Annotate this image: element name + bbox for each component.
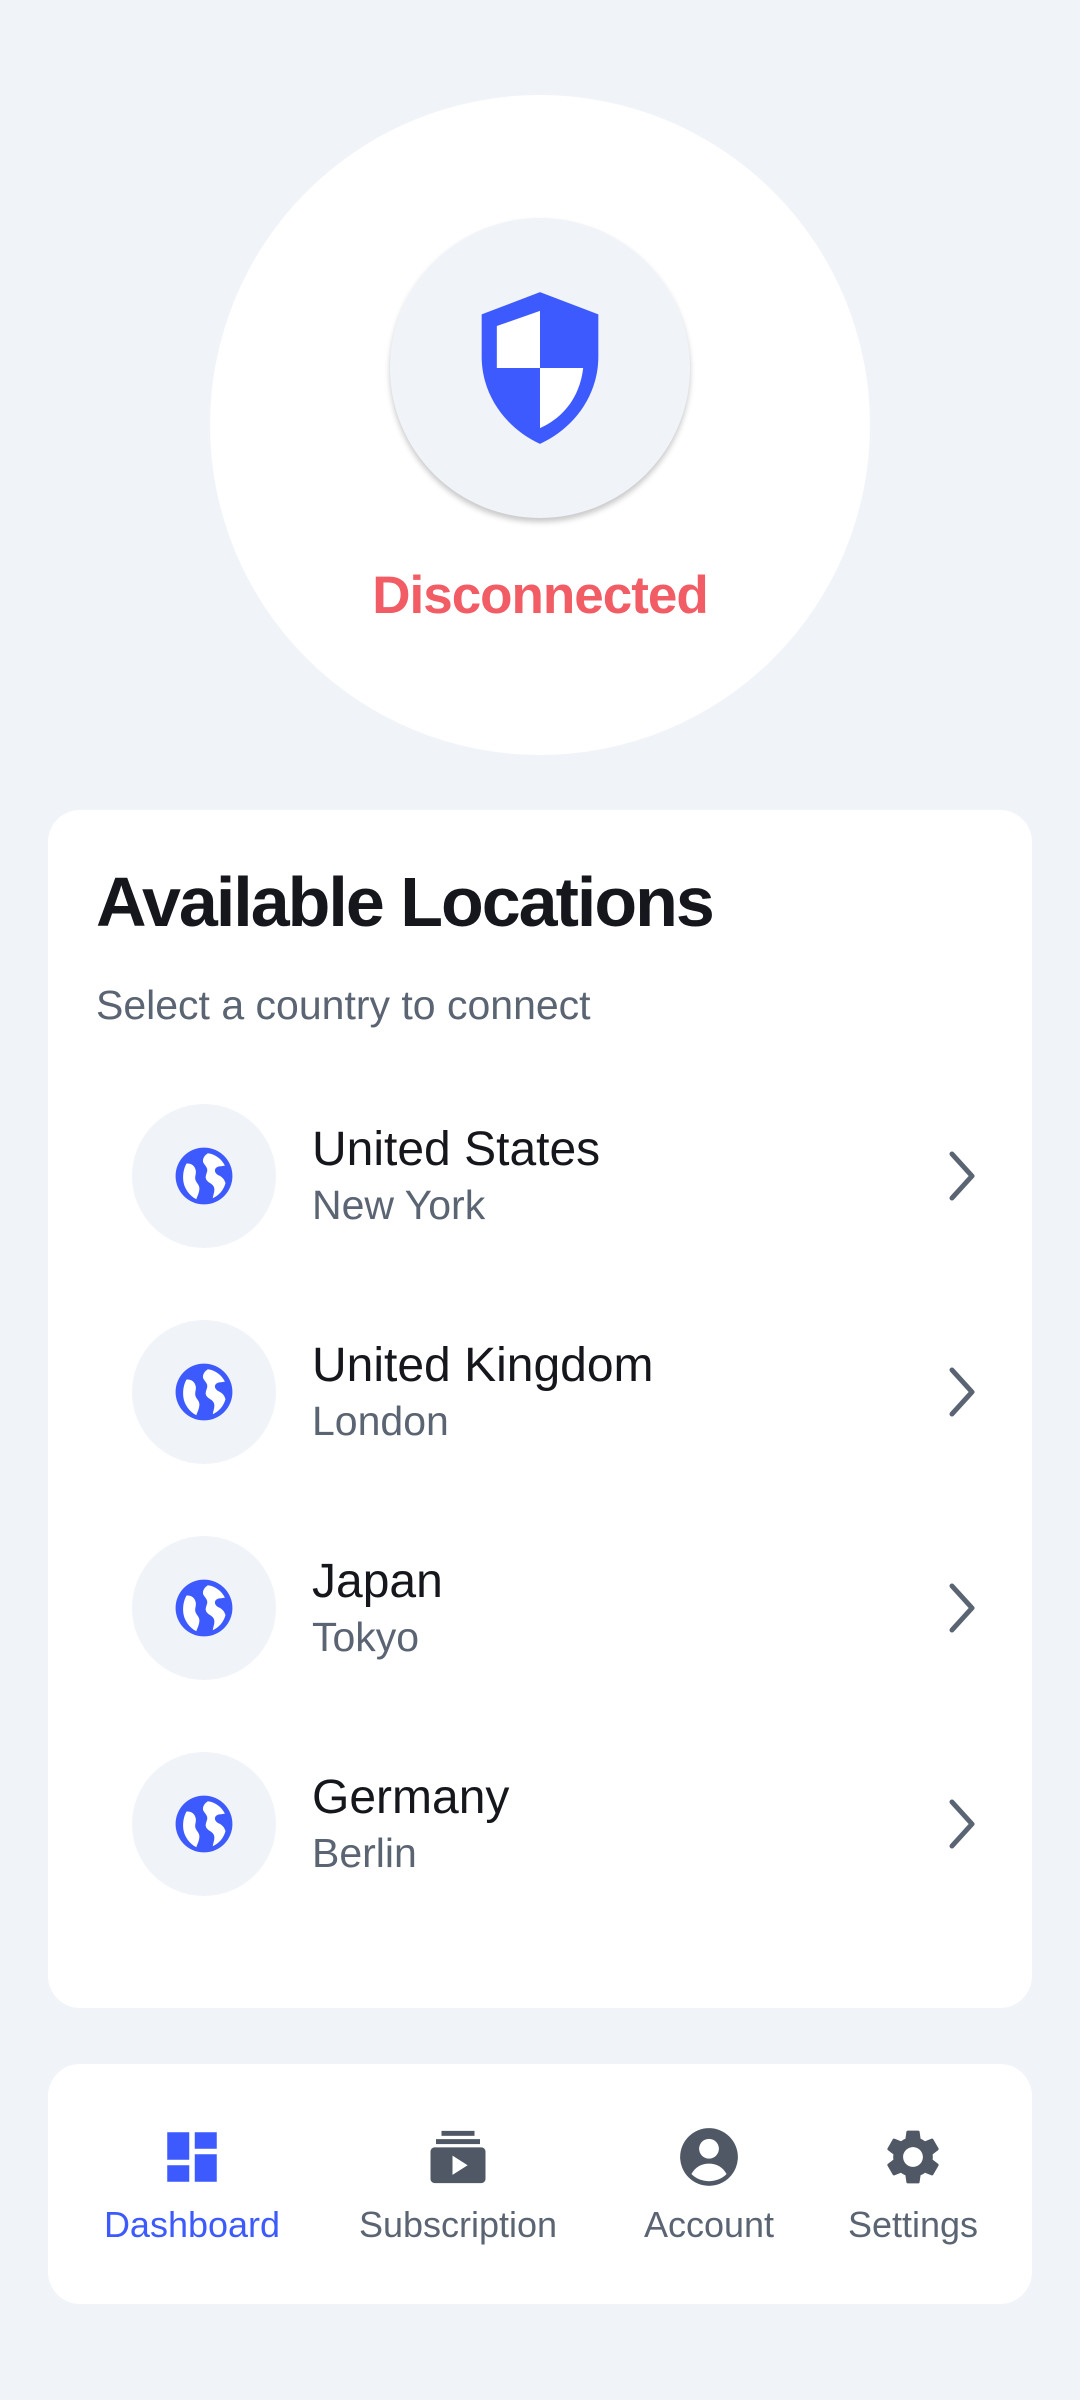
nav-label: Settings bbox=[847, 2204, 979, 2245]
location-item-japan[interactable]: Japan Tokyo bbox=[132, 1536, 992, 1680]
chevron-right-icon bbox=[949, 1151, 975, 1201]
globe-icon bbox=[175, 1579, 233, 1637]
location-item-germany[interactable]: Germany Berlin bbox=[132, 1752, 992, 1896]
location-country: United States bbox=[312, 1123, 601, 1176]
nav-item-account[interactable]: Account bbox=[626, 2124, 792, 2264]
nav-label: Subscription bbox=[358, 2204, 558, 2245]
locations-card: Available Locations Select a country to … bbox=[48, 810, 1032, 2008]
nav-item-dashboard[interactable]: Dashboard bbox=[92, 2124, 292, 2264]
location-country: United Kingdom bbox=[312, 1339, 654, 1392]
location-country: Germany bbox=[312, 1771, 510, 1824]
location-item-united-kingdom[interactable]: United Kingdom London bbox=[132, 1320, 992, 1464]
nav-label: Account bbox=[643, 2204, 775, 2245]
location-item-united-states[interactable]: United States New York bbox=[132, 1104, 992, 1248]
subscription-icon bbox=[430, 2130, 486, 2184]
location-city: Tokyo bbox=[312, 1614, 420, 1660]
bottom-nav: Dashboard Subscription Account Settings bbox=[48, 2064, 1032, 2304]
locations-subtitle: Select a country to connect bbox=[96, 982, 591, 1028]
settings-icon bbox=[887, 2130, 939, 2184]
dashboard-icon bbox=[167, 2132, 217, 2182]
location-country: Japan bbox=[312, 1555, 443, 1608]
nav-item-settings[interactable]: Settings bbox=[828, 2124, 998, 2264]
globe-icon bbox=[175, 1795, 233, 1853]
account-icon bbox=[680, 2128, 738, 2186]
connection-status: Disconnected bbox=[372, 566, 709, 625]
locations-title: Available Locations bbox=[96, 863, 715, 941]
chevron-right-icon bbox=[949, 1799, 975, 1849]
chevron-right-icon bbox=[949, 1583, 975, 1633]
location-city: Berlin bbox=[312, 1830, 417, 1876]
chevron-right-icon bbox=[949, 1367, 975, 1417]
globe-icon bbox=[175, 1147, 233, 1205]
location-city: New York bbox=[312, 1182, 486, 1228]
shield-icon bbox=[481, 292, 599, 444]
location-city: London bbox=[312, 1398, 449, 1444]
connect-button[interactable] bbox=[390, 218, 690, 518]
globe-icon bbox=[175, 1363, 233, 1421]
nav-label: Dashboard bbox=[103, 2204, 281, 2245]
nav-item-subscription[interactable]: Subscription bbox=[342, 2124, 574, 2264]
status-panel: Disconnected bbox=[210, 95, 870, 755]
